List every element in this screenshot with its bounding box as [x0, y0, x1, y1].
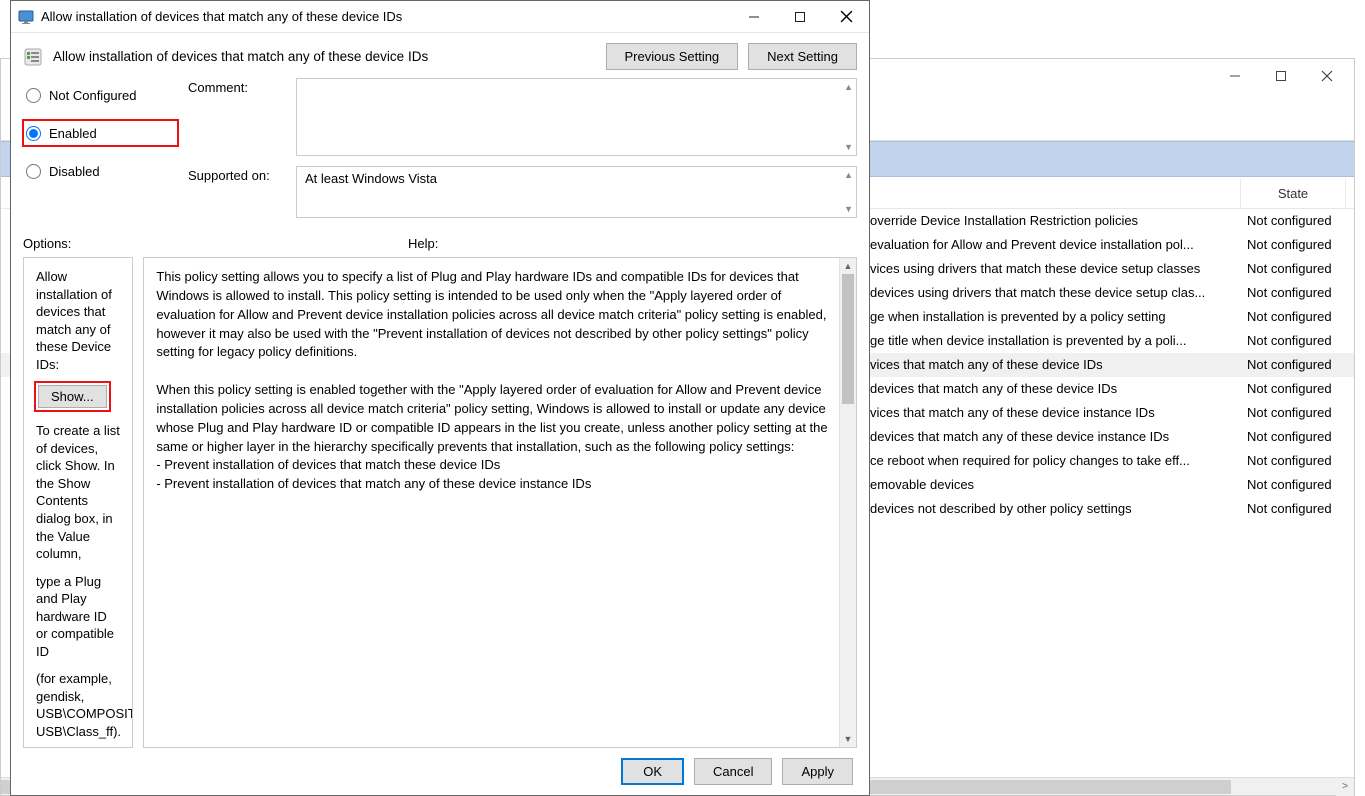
- bg-hscroll-right-arrow[interactable]: >: [1336, 778, 1354, 796]
- radio-disabled-label: Disabled: [49, 164, 100, 179]
- state-cell: Not configured: [1241, 257, 1346, 281]
- state-cell: Not configured: [1241, 497, 1346, 521]
- state-cell: Not configured: [1241, 353, 1346, 377]
- show-button-highlight: Show...: [36, 383, 109, 410]
- help-scrollbar[interactable]: ▲ ▼: [839, 258, 856, 747]
- help-panel: This policy setting allows you to specif…: [143, 257, 857, 748]
- state-cell: Not configured: [1241, 449, 1346, 473]
- radio-not-configured-input[interactable]: [26, 88, 41, 103]
- state-cell: Not configured: [1241, 233, 1346, 257]
- radio-not-configured[interactable]: Not Configured: [23, 82, 178, 108]
- radio-disabled[interactable]: Disabled: [23, 158, 178, 184]
- state-cell: Not configured: [1241, 425, 1346, 449]
- comment-scroll-down-icon[interactable]: ▼: [844, 142, 853, 152]
- dialog-maximize-button[interactable]: [777, 2, 823, 32]
- state-cell: Not configured: [1241, 377, 1346, 401]
- comment-scroll-up-icon[interactable]: ▲: [844, 82, 853, 92]
- state-cell: Not configured: [1241, 329, 1346, 353]
- dialog-icon: [17, 8, 35, 26]
- supported-on-label: Supported on:: [188, 166, 288, 183]
- radio-not-configured-label: Not Configured: [49, 88, 136, 103]
- options-text-2: To create a list of devices, click Show.…: [36, 422, 120, 562]
- comment-label: Comment:: [188, 78, 288, 95]
- dialog-titlebar: Allow installation of devices that match…: [11, 1, 869, 33]
- supported-on-box: At least Windows Vista ▲ ▼: [296, 166, 857, 218]
- radio-enabled-input[interactable]: [26, 126, 41, 141]
- dialog-header-title: Allow installation of devices that match…: [53, 49, 596, 64]
- options-label: Options:: [23, 236, 408, 251]
- help-scroll-down-icon[interactable]: ▼: [840, 731, 856, 747]
- ok-button[interactable]: OK: [621, 758, 684, 785]
- radio-disabled-input[interactable]: [26, 164, 41, 179]
- state-cell: Not configured: [1241, 209, 1346, 233]
- state-radio-group: Not Configured Enabled Disabled: [23, 78, 178, 218]
- state-cell: Not configured: [1241, 305, 1346, 329]
- help-label: Help:: [408, 236, 857, 251]
- supported-on-value: At least Windows Vista: [305, 171, 437, 186]
- dialog-minimize-button[interactable]: [731, 2, 777, 32]
- previous-setting-button[interactable]: Previous Setting: [606, 43, 739, 70]
- state-cell: Not configured: [1241, 281, 1346, 305]
- help-text: This policy setting allows you to specif…: [156, 268, 834, 494]
- bg-minimize-button[interactable]: [1212, 61, 1258, 91]
- bg-close-button[interactable]: [1304, 61, 1350, 91]
- bg-maximize-button[interactable]: [1258, 61, 1304, 91]
- bg-col-state[interactable]: State: [1241, 179, 1346, 209]
- apply-button[interactable]: Apply: [782, 758, 853, 785]
- state-cell: Not configured: [1241, 473, 1346, 497]
- comment-textarea[interactable]: ▲ ▼: [296, 78, 857, 156]
- cancel-button[interactable]: Cancel: [694, 758, 772, 785]
- dialog-close-button[interactable]: [823, 2, 869, 32]
- dialog-footer: OK Cancel Apply: [23, 748, 857, 789]
- policy-dialog: Allow installation of devices that match…: [10, 0, 870, 796]
- radio-enabled-label: Enabled: [49, 126, 97, 141]
- help-scroll-thumb[interactable]: [842, 274, 854, 404]
- dialog-title: Allow installation of devices that match…: [41, 9, 731, 24]
- options-text-4: (for example, gendisk, USB\COMPOSITE, US…: [36, 670, 120, 740]
- options-panel: Allow installation of devices that match…: [23, 257, 133, 748]
- options-text-1: Allow installation of devices that match…: [36, 268, 120, 373]
- policy-item-icon: [23, 47, 43, 67]
- options-text-3: type a Plug and Play hardware ID or comp…: [36, 573, 120, 661]
- supported-scroll-down-icon[interactable]: ▼: [844, 204, 853, 214]
- state-cell: Not configured: [1241, 401, 1346, 425]
- help-scroll-up-icon[interactable]: ▲: [840, 258, 856, 274]
- supported-scroll-up-icon[interactable]: ▲: [844, 170, 853, 180]
- show-button[interactable]: Show...: [38, 385, 107, 408]
- radio-enabled[interactable]: Enabled: [23, 120, 178, 146]
- next-setting-button[interactable]: Next Setting: [748, 43, 857, 70]
